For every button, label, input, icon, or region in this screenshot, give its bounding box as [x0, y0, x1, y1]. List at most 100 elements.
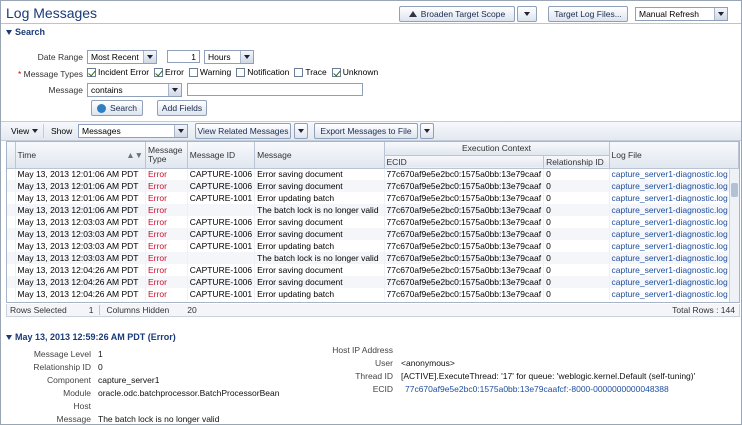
time-cell: May 13, 2013 12:03:03 AM PDT — [15, 240, 147, 252]
message-text-input[interactable] — [187, 83, 363, 96]
column-header-message-type[interactable]: Message Type — [145, 142, 188, 169]
message-type-checkbox[interactable]: Incident Error — [87, 67, 149, 77]
column-header-time[interactable]: Time ▲▼ — [15, 142, 147, 169]
target-log-files-button[interactable]: Target Log Files... — [548, 6, 628, 22]
message-cell: Error saving document — [254, 216, 385, 228]
log-file-link[interactable]: capture_server1-diagnostic.log — [609, 276, 739, 288]
message-type-cell: Error — [145, 276, 188, 288]
broaden-dropdown-button[interactable] — [517, 6, 537, 22]
table-row[interactable]: May 13, 2013 12:03:03 AM PDT Error The bat… — [7, 252, 739, 264]
relationship-id-cell: 0 — [543, 192, 610, 204]
row-selector-cell — [7, 204, 16, 216]
message-id-cell: CAPTURE-1001 — [187, 192, 256, 204]
table-row[interactable]: May 13, 2013 12:01:06 AM PDT Error CAPTURE… — [7, 192, 739, 204]
log-file-link[interactable]: capture_server1-diagnostic.log — [609, 228, 739, 240]
message-type-label: Error — [165, 67, 184, 77]
date-range-select[interactable]: Most Recent — [87, 50, 157, 64]
checkbox-checked-icon[interactable] — [331, 67, 341, 77]
relationship-id-cell: 0 — [543, 288, 610, 300]
message-type-checkbox[interactable]: Warning — [188, 67, 231, 77]
checkbox-unchecked-icon[interactable] — [294, 67, 304, 77]
view-menu[interactable]: View — [11, 126, 39, 136]
log-file-link[interactable]: capture_server1-diagnostic.log — [609, 252, 739, 264]
detail-ecid-link[interactable]: 77c670af9e5e2bc0:1575a0bb:13e79caafcf:-8… — [405, 384, 669, 394]
message-type-checkbox[interactable]: Trace — [294, 67, 327, 77]
chevron-down-icon — [174, 125, 187, 137]
message-type-checkbox[interactable]: Notification — [236, 67, 289, 77]
date-range-count-input[interactable]: 1 — [167, 50, 200, 63]
table-row[interactable]: May 13, 2013 12:01:06 AM PDT Error CAPTURE… — [7, 180, 739, 192]
log-file-link[interactable]: capture_server1-diagnostic.log — [609, 288, 739, 300]
message-cell: Error saving document — [254, 228, 385, 240]
table-row[interactable]: May 13, 2013 12:01:06 AM PDT Error CAPTURE… — [7, 168, 739, 180]
time-cell: May 13, 2013 12:04:26 AM PDT — [15, 276, 147, 288]
checkbox-checked-icon[interactable] — [154, 67, 164, 77]
export-messages-button[interactable]: Export Messages to File — [314, 123, 418, 139]
sort-icon[interactable]: ▲▼ — [126, 150, 143, 160]
row-selector-cell — [7, 216, 16, 228]
add-fields-button[interactable]: Add Fields — [157, 100, 207, 116]
header-divider — [1, 23, 741, 24]
relationship-id-cell: 0 — [543, 204, 610, 216]
refresh-select[interactable]: Manual Refresh — [635, 7, 728, 21]
table-status-bar: Rows Selected 1 Columns Hidden 20 Total … — [6, 304, 740, 317]
row-selector-cell — [7, 228, 16, 240]
column-header-message[interactable]: Message — [254, 142, 385, 169]
column-header-log-file[interactable]: Log File — [609, 142, 739, 169]
log-file-link[interactable]: capture_server1-diagnostic.log — [609, 180, 739, 192]
view-related-messages-button[interactable]: View Related Messages — [195, 123, 291, 139]
view-related-dropdown-button[interactable] — [294, 123, 308, 139]
table-row[interactable]: May 13, 2013 12:03:03 AM PDT Error CAPTURE… — [7, 216, 739, 228]
ecid-cell: 77c670af9e5e2bc0:1575a0bb:13e79caaf — [384, 288, 545, 300]
message-type-checkbox[interactable]: Error — [154, 67, 184, 77]
table-row[interactable]: May 13, 2013 12:04:26 AM PDT Error CAPTURE… — [7, 264, 739, 276]
checkbox-unchecked-icon[interactable] — [188, 67, 198, 77]
checkbox-checked-icon[interactable] — [87, 67, 96, 77]
ecid-cell: 77c670af9e5e2bc0:1575a0bb:13e79caaf — [384, 192, 545, 204]
row-selector-cell — [7, 192, 16, 204]
column-header-ecid[interactable]: ECID — [384, 155, 545, 169]
detail-field-label: Host IP Address — [332, 345, 393, 355]
export-dropdown-button[interactable] — [420, 123, 434, 139]
row-selector-cell — [7, 264, 16, 276]
relationship-id-cell: 0 — [543, 276, 610, 288]
table-row[interactable]: May 13, 2013 12:03:03 AM PDT Error CAPTURE… — [7, 228, 739, 240]
column-header-relationship-id[interactable]: Relationship ID — [543, 155, 610, 169]
table-row[interactable]: May 13, 2013 12:04:26 AM PDT Error CAPTURE… — [7, 276, 739, 288]
broaden-target-scope-button[interactable]: Broaden Target Scope — [399, 6, 515, 22]
log-file-link[interactable]: capture_server1-diagnostic.log — [609, 216, 739, 228]
column-header-message-id[interactable]: Message ID — [187, 142, 256, 169]
search-section-toggle[interactable]: Search — [6, 27, 45, 37]
show-select[interactable]: Messages — [78, 124, 188, 138]
row-selector-cell — [7, 180, 16, 192]
log-file-link[interactable]: capture_server1-diagnostic.log — [609, 264, 739, 276]
log-file-link[interactable]: capture_server1-diagnostic.log — [609, 192, 739, 204]
date-range-unit-select[interactable]: Hours — [204, 50, 254, 64]
detail-field-label: Component — [47, 375, 91, 385]
detail-section-toggle[interactable]: May 13, 2013 12:59:26 AM PDT (Error) — [6, 332, 176, 342]
message-cell: Error updating batch — [254, 192, 385, 204]
table-row[interactable]: May 13, 2013 12:04:26 AM PDT Error CAPTURE… — [7, 288, 739, 300]
time-cell: May 13, 2013 12:01:06 AM PDT — [15, 192, 147, 204]
message-type-checkbox[interactable]: Unknown — [331, 67, 378, 77]
message-operator-select[interactable]: contains — [87, 83, 182, 97]
checkbox-unchecked-icon[interactable] — [236, 67, 246, 77]
message-id-cell: CAPTURE-1006 — [187, 264, 256, 276]
message-id-cell: CAPTURE-1006 — [187, 168, 256, 180]
table-vertical-scrollbar[interactable] — [729, 169, 739, 302]
table-row[interactable]: May 13, 2013 12:03:03 AM PDT Error CAPTURE… — [7, 240, 739, 252]
time-cell: May 13, 2013 12:01:06 AM PDT — [15, 180, 147, 192]
show-value: Messages — [82, 126, 121, 136]
log-file-link[interactable]: capture_server1-diagnostic.log — [609, 204, 739, 216]
log-file-link[interactable]: capture_server1-diagnostic.log — [609, 168, 739, 180]
detail-field-label: Module — [63, 388, 91, 398]
scrollbar-thumb[interactable] — [731, 183, 738, 197]
log-file-link[interactable]: capture_server1-diagnostic.log — [609, 240, 739, 252]
search-button[interactable]: Search — [91, 100, 143, 116]
message-type-label: Notification — [247, 67, 290, 77]
columns-hidden-value: 20 — [187, 305, 197, 315]
table-row[interactable]: May 13, 2013 12:01:06 AM PDT Error The bat… — [7, 204, 739, 216]
message-id-cell: CAPTURE-1001 — [187, 288, 256, 300]
ecid-cell: 77c670af9e5e2bc0:1575a0bb:13e79caaf — [384, 216, 545, 228]
expand-triangle-icon — [6, 334, 12, 340]
